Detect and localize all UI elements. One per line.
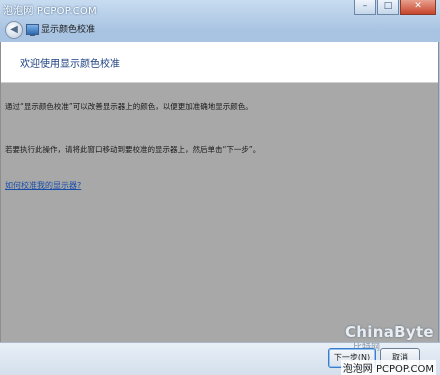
instruction-text: 若要执行此操作，请将此窗口移动到要校准的显示器上，然后单击“下一步”。 [5,145,261,154]
minimize-button[interactable]: – [354,0,376,15]
page-heading: 欢迎使用显示颜色校准 [20,59,120,70]
help-link[interactable]: 如何校准我的显示器? [5,180,81,191]
back-arrow-icon[interactable]: ◀ [5,21,23,39]
chinabyte-logo: ChinaByte [345,323,434,341]
wizard-content: 欢迎使用显示颜色校准 通过“显示颜色校准”可以改善显示器上的颜色，以便更加准确地… [0,42,439,342]
watermark-top: 泡泡网 PCPOP.COM [3,6,97,17]
calibration-window: 泡泡网 PCPOP.COM – □ ✕ ◀ 显示颜色校准 欢迎使用显示颜色校准 … [0,0,440,375]
maximize-button[interactable]: □ [377,0,399,15]
window-controls: – □ ✕ [354,0,436,15]
heading-band: 欢迎使用显示颜色校准 [1,42,438,83]
monitor-icon [26,24,39,36]
title-bar: 泡泡网 PCPOP.COM – □ ✕ ◀ 显示颜色校准 [0,0,440,42]
watermark-bottom: 泡泡网 PCPOP.COM [340,360,436,375]
close-button[interactable]: ✕ [400,0,436,15]
window-title: 显示颜色校准 [41,25,96,35]
intro-text: 通过“显示颜色校准”可以改善显示器上的颜色，以便更加准确地显示颜色。 [5,102,253,111]
